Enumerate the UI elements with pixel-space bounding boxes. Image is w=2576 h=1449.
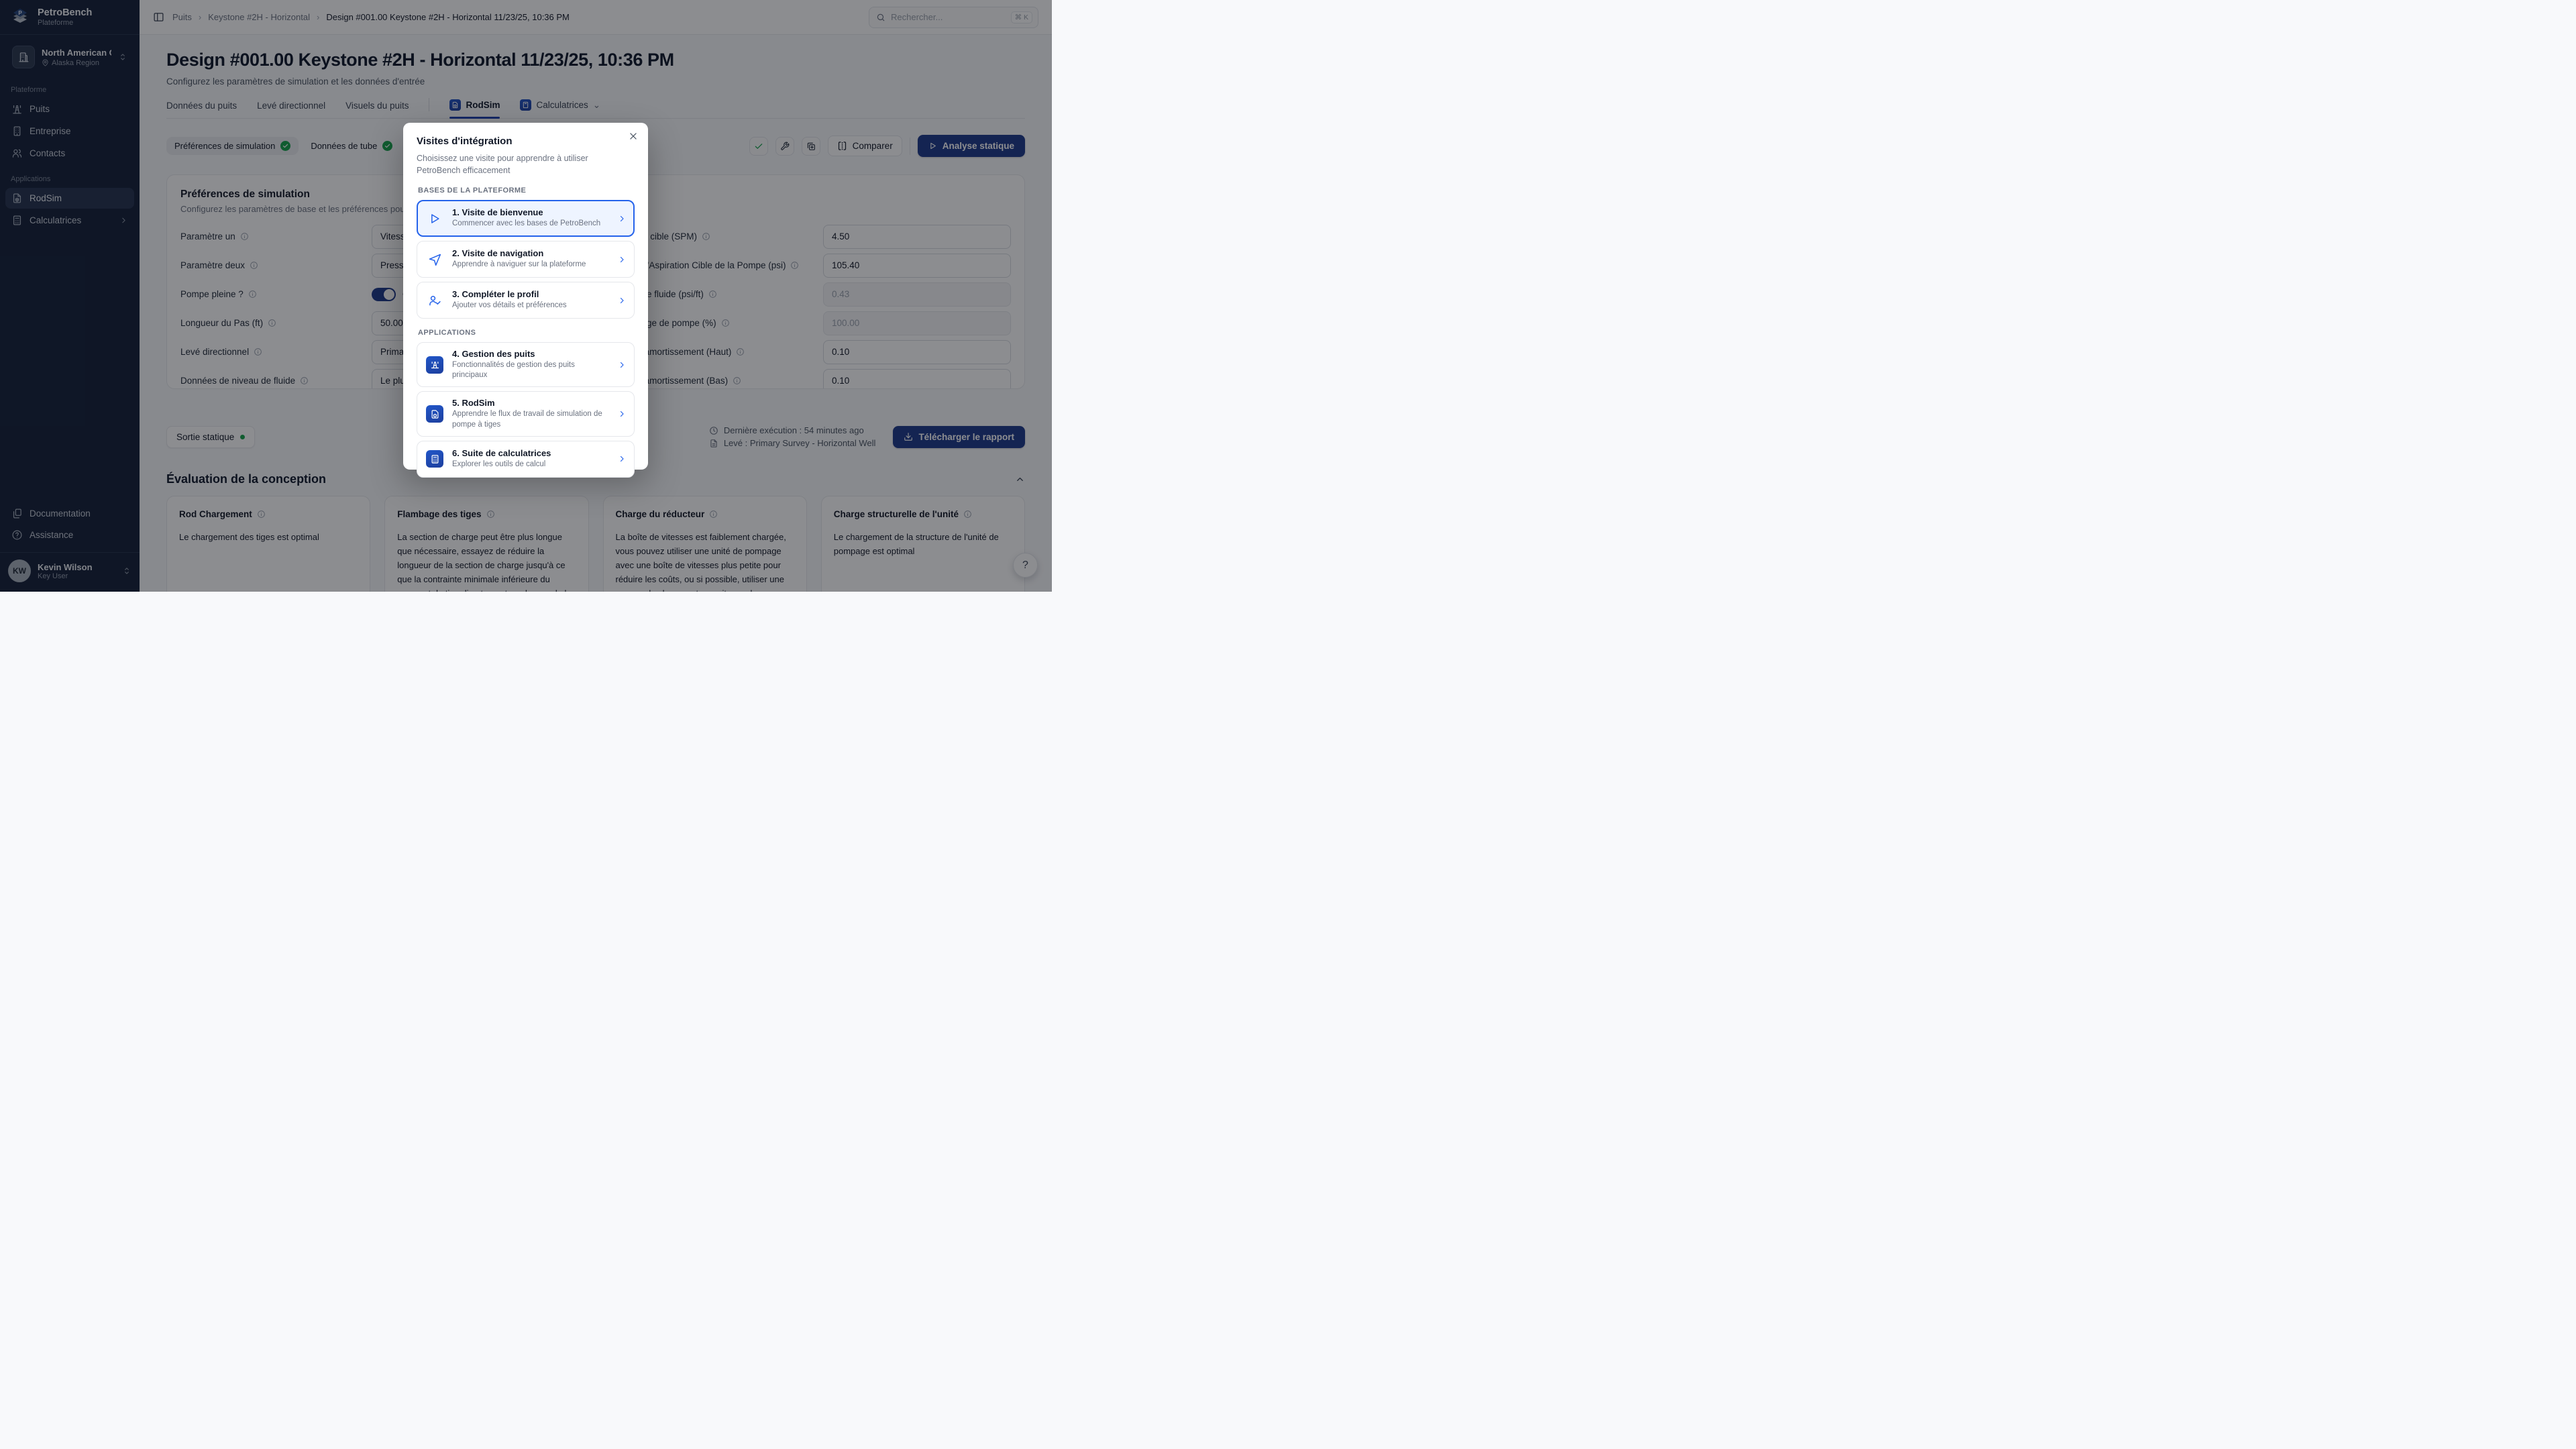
- modal-section-applications: APPLICATIONS: [418, 329, 633, 337]
- tour-item-navigation[interactable]: 2. Visite de navigation Apprendre à navi…: [417, 241, 635, 278]
- modal-subtitle: Choisissez une visite pour apprendre à u…: [417, 153, 618, 176]
- tour-item-calculatrices[interactable]: 6. Suite de calculatrices Explorer les o…: [417, 441, 635, 478]
- user-check-icon: [425, 294, 445, 307]
- modal-section-bases: BASES DE LA PLATEFORME: [418, 186, 633, 195]
- play-icon: [425, 212, 445, 225]
- tour-item-bienvenue[interactable]: 1. Visite de bienvenue Commencer avec le…: [417, 200, 635, 237]
- tour-item-profil[interactable]: 3. Compléter le profil Ajouter vos détai…: [417, 282, 635, 319]
- chevron-right-icon: [618, 361, 626, 369]
- chevron-right-icon: [618, 256, 626, 264]
- navigation-icon: [425, 253, 445, 266]
- tour-item-gestion-puits[interactable]: 4. Gestion des puits Fonctionnalités de …: [417, 342, 635, 387]
- chevron-right-icon: [618, 215, 626, 223]
- modal-title: Visites d'intégration: [417, 136, 635, 147]
- calculators-app-icon: [426, 450, 443, 468]
- close-icon[interactable]: [629, 131, 638, 141]
- wells-app-icon: [426, 356, 443, 374]
- chevron-right-icon: [618, 455, 626, 463]
- chevron-right-icon: [618, 410, 626, 418]
- onboarding-tours-modal: Visites d'intégration Choisissez une vis…: [403, 123, 648, 470]
- tour-item-rodsim[interactable]: 5. RodSim Apprendre le flux de travail d…: [417, 391, 635, 436]
- rodsim-app-icon: [426, 405, 443, 423]
- chevron-right-icon: [618, 297, 626, 305]
